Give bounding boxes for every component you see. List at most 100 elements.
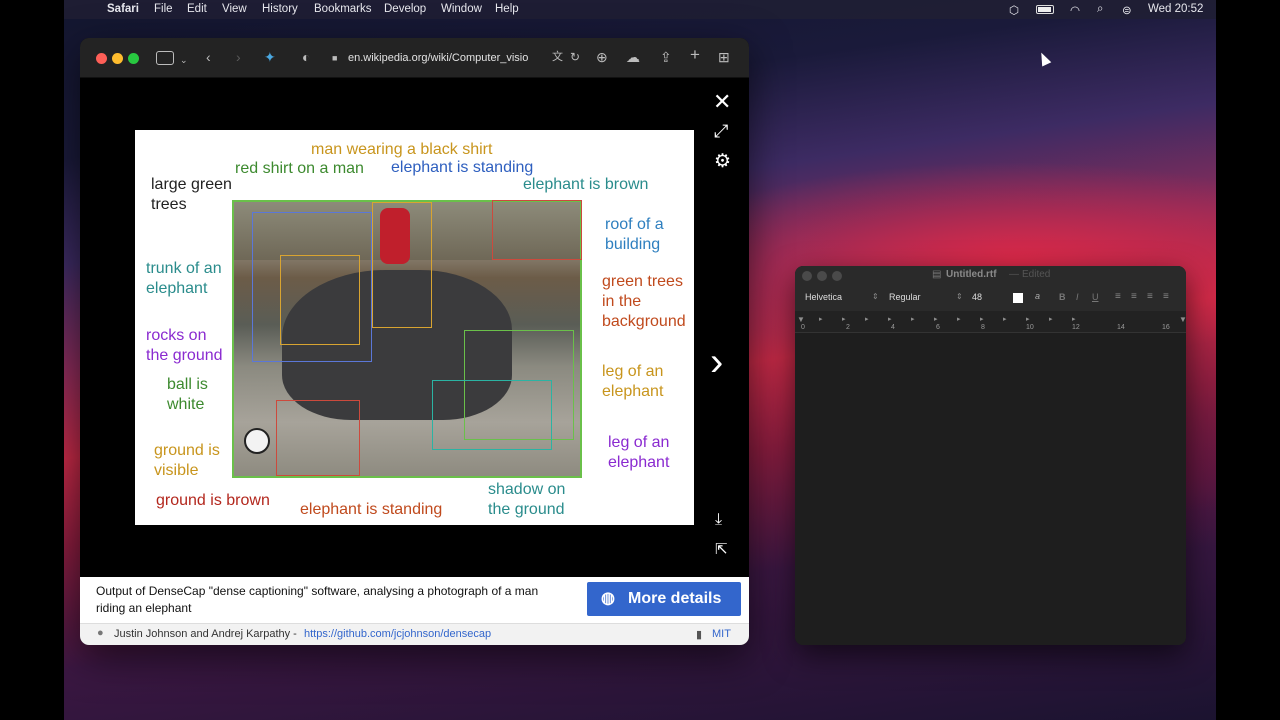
cloud-icon[interactable]: ☁ (626, 49, 640, 65)
italic-button[interactable]: I (1076, 292, 1079, 302)
safari-window: ⌄ ‹ › ✦ ◐ ■ en.wikipedia.org/wiki/Comput… (80, 38, 749, 645)
menu-clock[interactable]: Wed 20:52 (1148, 3, 1203, 15)
expand-icon[interactable]: ⤢ (714, 121, 728, 142)
chevron-down-icon[interactable]: ⌄ (180, 52, 188, 68)
tab-stop-icon[interactable]: ▸ (934, 315, 938, 323)
ruler-number: 6 (936, 324, 940, 331)
caption-label: trunk of an (146, 260, 222, 277)
tab-stop-icon[interactable]: ▸ (911, 315, 915, 323)
font-style-select[interactable]: Regular (889, 292, 921, 302)
tab-stop-icon[interactable]: ▸ (1072, 315, 1076, 323)
menu-file[interactable]: File (154, 3, 173, 15)
control-center-icon[interactable]: ⊜ (1122, 3, 1132, 17)
ruler-number: 2 (846, 324, 850, 331)
more-details-label: More details (628, 590, 722, 607)
ruler-number: 12 (1072, 324, 1080, 331)
caption-label: leg of an (608, 434, 670, 451)
back-button[interactable]: ‹ (206, 49, 211, 65)
privacy-shield-icon[interactable]: ◐ (302, 49, 310, 65)
tab-stop-icon[interactable]: ▸ (957, 315, 961, 323)
tab-stop-icon[interactable]: ▸ (842, 315, 846, 323)
new-tab-icon[interactable]: + (690, 46, 700, 63)
reload-icon[interactable]: ↻ (570, 49, 580, 65)
menu-view[interactable]: View (222, 3, 247, 15)
credit-bar: ● Justin Johnson and Andrej Karpathy - h… (80, 623, 749, 645)
license-link[interactable]: MIT (712, 628, 731, 640)
zoom-window-button[interactable] (128, 53, 139, 64)
bold-button[interactable]: B (1059, 292, 1066, 302)
font-family-select[interactable]: Helvetica (805, 292, 842, 302)
menu-window[interactable]: Window (441, 3, 482, 15)
license-icon: ▮ (696, 629, 703, 641)
minimize-window-button[interactable] (817, 271, 827, 281)
tab-stop-icon[interactable]: ▸ (819, 315, 823, 323)
wifi-icon[interactable]: ◠ (1070, 3, 1080, 17)
translate-icon[interactable]: 文 (552, 49, 563, 65)
sidebar-toggle-icon[interactable] (156, 51, 174, 65)
tab-stop-icon[interactable]: ▸ (865, 315, 869, 323)
tab-overview-icon[interactable]: ⊞ (718, 49, 730, 65)
menu-bar: Safari File Edit View History Bookmarks … (64, 0, 1216, 19)
download-icon[interactable]: ⊕ (596, 49, 608, 65)
densecap-figure[interactable]: man wearing a black shirt red shirt on a… (135, 130, 694, 525)
more-details-button[interactable]: ◍ More details (587, 582, 741, 616)
menu-history[interactable]: History (262, 3, 298, 15)
window-title: Untitled.rtf (946, 269, 997, 280)
underline-button[interactable]: U (1092, 292, 1099, 302)
ruler[interactable]: ▼ ▸ ▸ ▸ ▸ ▸ ▸ ▸ ▸ ▸ ▸ ▸ ▸ ▼ 0 2 4 6 8 10… (795, 311, 1186, 333)
caption-label: ground is (154, 442, 220, 459)
minimize-window-button[interactable] (112, 53, 123, 64)
menu-app-name[interactable]: Safari (107, 3, 139, 15)
caption-label: elephant is standing (300, 501, 443, 518)
caption-label: red shirt on a man (235, 160, 364, 177)
right-margin-marker-icon[interactable]: ▼ (1179, 315, 1186, 324)
caption-label: white (167, 396, 205, 413)
close-window-button[interactable] (802, 271, 812, 281)
ruler-number: 10 (1026, 324, 1034, 331)
spotlight-search-icon[interactable]: ⌕ (1097, 3, 1103, 16)
document-text-area[interactable] (795, 334, 1186, 645)
ruler-number: 0 (801, 324, 805, 331)
menu-develop[interactable]: Develop (384, 3, 426, 15)
close-window-button[interactable] (96, 53, 107, 64)
caption-label: trees (151, 196, 187, 213)
tab-stop-icon[interactable]: ▸ (1026, 315, 1030, 323)
align-center-icon[interactable]: ≡ (1131, 291, 1137, 302)
share-icon[interactable]: ⇱ (715, 540, 728, 558)
caption-label: visible (154, 462, 199, 479)
indent-marker-icon[interactable]: ▼ (797, 315, 805, 324)
tab-stop-icon[interactable]: ▸ (980, 315, 984, 323)
control-center-cube-icon[interactable]: ⬡ (1009, 3, 1019, 17)
text-color-swatch[interactable] (1013, 293, 1023, 303)
tab-stop-icon[interactable]: ▸ (1003, 315, 1007, 323)
tab-stop-icon[interactable]: ▸ (1049, 315, 1053, 323)
address-bar[interactable]: en.wikipedia.org/wiki/Computer_visio (348, 49, 548, 67)
forward-button[interactable]: › (236, 49, 241, 65)
extension-bird-icon[interactable]: ✦ (264, 49, 276, 65)
close-icon[interactable]: ✕ (713, 89, 731, 115)
chevron-right-icon[interactable]: › (710, 342, 723, 382)
menu-bookmarks[interactable]: Bookmarks (314, 3, 372, 15)
tab-stop-icon[interactable]: ▸ (888, 315, 892, 323)
share-icon[interactable]: ⇪ (660, 49, 672, 65)
align-right-icon[interactable]: ≡ (1147, 291, 1153, 302)
font-size-field[interactable]: 48 (972, 292, 982, 302)
credit-author: Justin Johnson and Andrej Karpathy - (114, 628, 297, 640)
menu-edit[interactable]: Edit (187, 3, 207, 15)
ruler-number: 14 (1117, 324, 1125, 331)
justify-icon[interactable]: ≡ (1163, 291, 1169, 302)
battery-icon[interactable] (1036, 5, 1054, 14)
highlight-color-icon[interactable]: a (1035, 291, 1040, 301)
caption-label: the ground (488, 501, 565, 518)
align-left-icon[interactable]: ≡ (1115, 291, 1121, 302)
ruler-number: 4 (891, 324, 895, 331)
credit-link[interactable]: https://github.com/jcjohnson/densecap (304, 628, 491, 640)
caption-label: green trees (602, 273, 683, 290)
caption-label: in the (602, 293, 642, 310)
caption-label: elephant is standing (391, 159, 534, 176)
gear-icon[interactable]: ⚙ (714, 150, 731, 173)
safari-toolbar: ⌄ ‹ › ✦ ◐ ■ en.wikipedia.org/wiki/Comput… (80, 38, 749, 78)
zoom-window-button[interactable] (832, 271, 842, 281)
menu-help[interactable]: Help (495, 3, 519, 15)
download-icon[interactable]: ⤓ (715, 511, 722, 529)
